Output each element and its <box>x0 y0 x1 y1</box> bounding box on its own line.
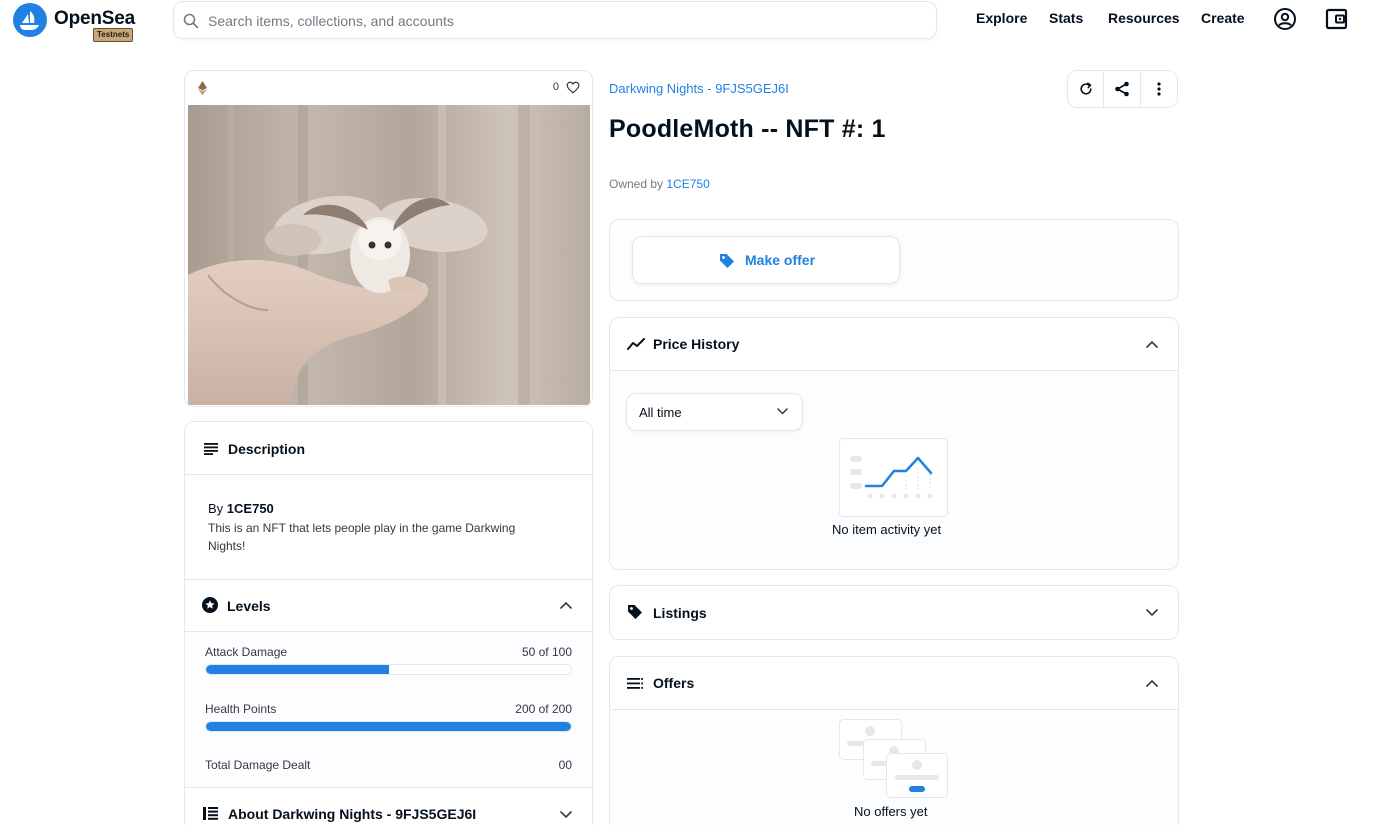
top-nav: OpenSea Testnets Explore Stats Resources… <box>0 0 1400 42</box>
offers-title: Offers <box>653 675 695 691</box>
listings-card[interactable]: Listings <box>609 585 1179 640</box>
share-button[interactable] <box>1104 71 1141 107</box>
price-history-title: Price History <box>653 336 740 352</box>
description-lines-icon <box>204 443 218 455</box>
trend-line-icon <box>627 338 645 350</box>
nft-image[interactable] <box>188 105 590 405</box>
offers-empty: No offers yet <box>854 804 928 819</box>
star-circle-icon <box>202 597 218 613</box>
levels-header[interactable]: Levels <box>185 579 592 632</box>
chevron-down-icon[interactable] <box>560 811 572 819</box>
owner-link[interactable]: 1CE750 <box>666 177 709 191</box>
make-offer-button[interactable]: Make offer <box>632 236 900 284</box>
chevron-down-icon[interactable] <box>1146 609 1158 617</box>
heart-icon[interactable] <box>566 81 580 94</box>
time-period-value: All time <box>639 405 682 420</box>
search-input[interactable] <box>208 10 908 32</box>
opensea-logo-icon[interactable] <box>13 3 47 37</box>
chevron-down-icon <box>777 408 788 415</box>
description-text: This is an NFT that lets people play in … <box>208 521 516 553</box>
level-value: 00 <box>558 758 572 772</box>
nft-image-card: 0 <box>184 70 593 407</box>
refresh-button[interactable] <box>1068 71 1105 107</box>
description-header[interactable]: Description <box>185 422 592 475</box>
search-icon <box>183 13 199 29</box>
level-bar-fill <box>206 722 571 731</box>
price-history-header[interactable]: Price History <box>610 318 1178 371</box>
level-value: 200 of 200 <box>515 702 572 716</box>
about-title: About Darkwing Nights - 9FJS5GEJ6I <box>228 806 477 822</box>
like-count: 0 <box>552 81 559 93</box>
levels-title: Levels <box>227 598 271 614</box>
chevron-up-icon[interactable] <box>560 601 572 609</box>
creator-link[interactable]: 1CE750 <box>227 501 274 516</box>
nav-create[interactable]: Create <box>1201 10 1245 26</box>
nft-title: PoodleMoth -- NFT #: 1 <box>609 115 886 143</box>
collection-link[interactable]: Darkwing Nights - 9FJS5GEJ6I <box>609 81 789 96</box>
refresh-icon <box>1080 82 1092 95</box>
about-header[interactable]: About Darkwing Nights - 9FJS5GEJ6I <box>185 787 592 825</box>
brand-name[interactable]: OpenSea <box>54 8 135 30</box>
description-byline: By 1CE750 <box>208 501 274 516</box>
share-icon <box>1115 81 1129 97</box>
tag-icon <box>720 254 734 268</box>
testnets-badge: Testnets <box>93 28 134 42</box>
offers-header[interactable]: Offers <box>610 657 1178 710</box>
empty-offers-illustration-icon <box>839 719 948 798</box>
more-vertical-icon <box>1157 82 1161 96</box>
time-period-select[interactable]: All time <box>626 393 803 431</box>
search-bar[interactable] <box>173 1 937 39</box>
about-list-icon <box>203 807 218 820</box>
chevron-up-icon[interactable] <box>1146 679 1158 687</box>
more-options-button[interactable] <box>1141 71 1177 107</box>
profile-icon[interactable] <box>1273 7 1297 31</box>
level-value: 50 of 100 <box>521 645 572 659</box>
chevron-up-icon[interactable] <box>1146 340 1158 348</box>
nav-stats[interactable]: Stats <box>1049 10 1083 26</box>
level-bar-health <box>205 721 572 732</box>
level-label: Health Points <box>205 702 277 716</box>
ethereum-icon <box>198 81 207 95</box>
listings-title: Listings <box>653 605 707 621</box>
wallet-icon[interactable] <box>1325 7 1349 31</box>
by-label: By <box>208 501 224 516</box>
description-title: Description <box>228 441 306 457</box>
tag-icon <box>628 605 642 619</box>
level-bar-fill <box>206 665 389 674</box>
empty-chart-illustration-icon <box>839 438 948 517</box>
offers-list-icon <box>627 678 643 689</box>
make-offer-label: Make offer <box>745 252 816 268</box>
level-bar-attack <box>205 664 572 675</box>
nav-resources[interactable]: Resources <box>1108 10 1180 26</box>
level-label: Attack Damage <box>205 645 288 659</box>
owned-by-label: Owned by <box>609 177 664 191</box>
price-history-empty: No item activity yet <box>832 522 942 537</box>
action-group <box>1067 70 1178 108</box>
level-label: Total Damage Dealt <box>205 758 311 772</box>
nav-explore[interactable]: Explore <box>976 10 1027 26</box>
owner-line: Owned by 1CE750 <box>609 177 710 191</box>
